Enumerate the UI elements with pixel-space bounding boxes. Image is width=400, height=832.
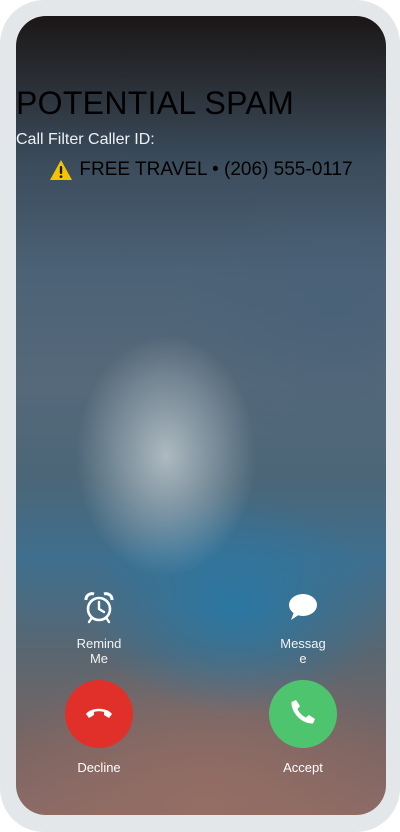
message-label: Message: [280, 636, 326, 666]
phone-hangup-icon: [83, 696, 115, 733]
message-button[interactable]: Message: [258, 590, 348, 666]
alarm-clock-icon: [82, 590, 116, 624]
warning-icon: [49, 159, 73, 181]
caller-id-row: FREE TRAVEL • (206) 555-0117: [16, 158, 386, 182]
remind-me-button[interactable]: Remind Me: [54, 590, 144, 666]
decline-label: Decline: [77, 760, 121, 775]
phone-frame: POTENTIAL SPAM Call Filter Caller ID: FR…: [0, 0, 400, 832]
caller-id-text: FREE TRAVEL • (206) 555-0117: [79, 159, 353, 180]
message-bubble-icon: [286, 590, 320, 624]
spam-warning-title: POTENTIAL SPAM: [16, 85, 295, 121]
accept-button[interactable]: [269, 680, 337, 748]
incoming-call-screen: POTENTIAL SPAM Call Filter Caller ID: FR…: [16, 16, 386, 815]
decline-button[interactable]: [65, 680, 133, 748]
remind-me-label: Remind Me: [76, 636, 122, 666]
phone-icon: [288, 697, 318, 732]
accept-label: Accept: [283, 760, 323, 775]
caller-id-heading: Call Filter Caller ID:: [16, 131, 155, 148]
